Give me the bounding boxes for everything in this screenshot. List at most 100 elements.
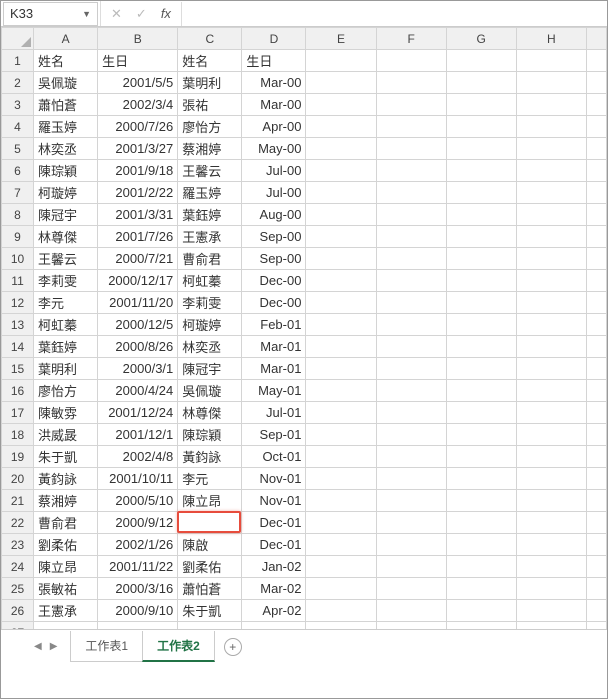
row-header[interactable]: 7 — [2, 182, 34, 204]
cell[interactable]: 陳冠宇 — [34, 204, 98, 226]
cell[interactable] — [446, 160, 516, 182]
cell[interactable]: 王馨云 — [34, 248, 98, 270]
cell[interactable] — [306, 490, 376, 512]
cell[interactable] — [376, 600, 446, 622]
cell[interactable]: 2002/4/8 — [98, 446, 178, 468]
cell[interactable] — [446, 490, 516, 512]
row-header[interactable]: 19 — [2, 446, 34, 468]
cell[interactable]: 蕭怕蒼 — [34, 94, 98, 116]
cell[interactable] — [516, 94, 586, 116]
cell[interactable]: 2000/9/12 — [98, 512, 178, 534]
cell[interactable]: Apr-02 — [242, 600, 306, 622]
cell[interactable]: May-00 — [242, 138, 306, 160]
cell[interactable]: 陳冠宇 — [178, 358, 242, 380]
cell[interactable] — [586, 94, 606, 116]
cell[interactable]: 黃鈞詠 — [34, 468, 98, 490]
cell[interactable] — [586, 270, 606, 292]
cell[interactable]: 劉柔佑 — [178, 556, 242, 578]
cell[interactable] — [446, 50, 516, 72]
cell[interactable] — [516, 160, 586, 182]
cell[interactable] — [178, 512, 242, 534]
cell[interactable]: 羅玉婷 — [34, 116, 98, 138]
cell[interactable] — [516, 182, 586, 204]
row-header[interactable]: 2 — [2, 72, 34, 94]
cell[interactable] — [376, 380, 446, 402]
cell[interactable]: Feb-01 — [242, 314, 306, 336]
cell[interactable]: 陳立昂 — [178, 490, 242, 512]
row-header[interactable]: 6 — [2, 160, 34, 182]
cell[interactable] — [516, 424, 586, 446]
row-header[interactable]: 18 — [2, 424, 34, 446]
cancel-icon[interactable]: ✕ — [111, 6, 122, 22]
cell[interactable]: 林尊傑 — [34, 226, 98, 248]
cell[interactable] — [586, 446, 606, 468]
cell[interactable] — [306, 380, 376, 402]
row-header[interactable]: 25 — [2, 578, 34, 600]
name-box[interactable]: K33 ▼ — [3, 2, 98, 26]
cell[interactable]: Mar-00 — [242, 94, 306, 116]
cell[interactable] — [376, 424, 446, 446]
cell[interactable]: 2001/2/22 — [98, 182, 178, 204]
row-header[interactable]: 8 — [2, 204, 34, 226]
cell[interactable]: Dec-00 — [242, 270, 306, 292]
cell[interactable]: 姓名 — [34, 50, 98, 72]
cell[interactable]: 葉鈺婷 — [178, 204, 242, 226]
cell[interactable] — [516, 248, 586, 270]
cell[interactable] — [446, 578, 516, 600]
cell[interactable] — [516, 226, 586, 248]
chevron-down-icon[interactable]: ▼ — [82, 9, 91, 19]
cell[interactable] — [586, 512, 606, 534]
cell[interactable]: 蕭怕蒼 — [178, 578, 242, 600]
cell[interactable] — [306, 446, 376, 468]
cell[interactable] — [376, 270, 446, 292]
cell[interactable] — [306, 94, 376, 116]
row-header[interactable]: 1 — [2, 50, 34, 72]
cell[interactable] — [376, 292, 446, 314]
cell[interactable]: 李莉雯 — [34, 270, 98, 292]
cell[interactable]: 2000/3/16 — [98, 578, 178, 600]
cell[interactable] — [586, 600, 606, 622]
cell[interactable]: 生日 — [242, 50, 306, 72]
cell[interactable] — [376, 512, 446, 534]
cell[interactable] — [446, 424, 516, 446]
cell[interactable] — [306, 160, 376, 182]
cell[interactable]: 林奕丞 — [178, 336, 242, 358]
cell[interactable] — [446, 336, 516, 358]
cell[interactable] — [446, 182, 516, 204]
cell[interactable] — [586, 490, 606, 512]
cell[interactable]: 林尊傑 — [178, 402, 242, 424]
cell[interactable]: 2001/9/18 — [98, 160, 178, 182]
cell[interactable]: 陳啟 — [178, 534, 242, 556]
cell[interactable] — [306, 292, 376, 314]
cell[interactable] — [376, 204, 446, 226]
cell[interactable] — [516, 314, 586, 336]
cell[interactable] — [306, 204, 376, 226]
cell[interactable] — [306, 226, 376, 248]
cell[interactable] — [586, 248, 606, 270]
cell[interactable] — [516, 446, 586, 468]
cell[interactable]: 廖怡方 — [178, 116, 242, 138]
cell[interactable] — [376, 490, 446, 512]
cell[interactable]: 柯璇婷 — [178, 314, 242, 336]
cell[interactable] — [446, 358, 516, 380]
cell[interactable]: 2001/12/1 — [98, 424, 178, 446]
cell[interactable] — [516, 50, 586, 72]
cell[interactable] — [306, 556, 376, 578]
row-header[interactable]: 22 — [2, 512, 34, 534]
cell[interactable]: Sep-00 — [242, 226, 306, 248]
cell[interactable] — [376, 468, 446, 490]
cell[interactable] — [586, 578, 606, 600]
cell[interactable] — [586, 116, 606, 138]
tab-prev-icon[interactable]: ◀ — [31, 640, 45, 653]
cell[interactable]: Dec-01 — [242, 512, 306, 534]
cell[interactable]: 2001/11/20 — [98, 292, 178, 314]
cell[interactable] — [306, 248, 376, 270]
cell[interactable] — [376, 94, 446, 116]
enter-icon[interactable]: ✓ — [136, 6, 147, 22]
cell[interactable]: Jul-00 — [242, 182, 306, 204]
cell[interactable] — [586, 314, 606, 336]
cell[interactable]: Mar-01 — [242, 336, 306, 358]
cell[interactable] — [516, 204, 586, 226]
cell[interactable] — [376, 182, 446, 204]
sheet-tab[interactable]: 工作表1 — [70, 631, 143, 662]
